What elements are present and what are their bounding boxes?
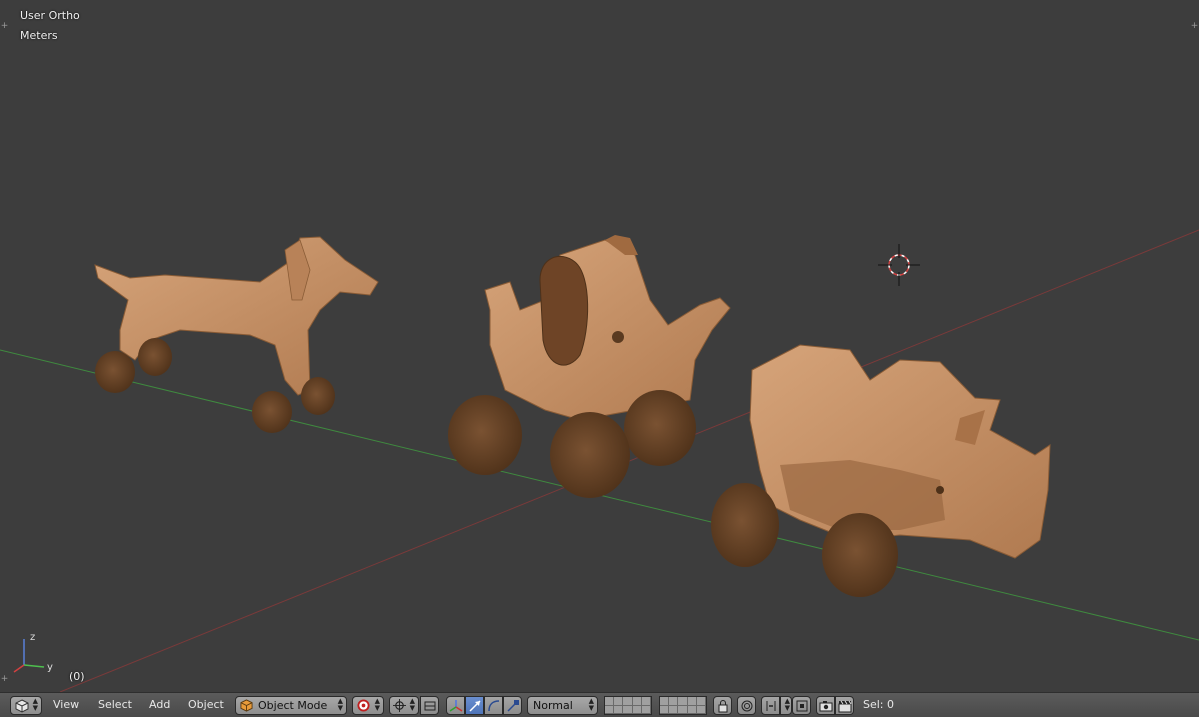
frame-number-label: (0) xyxy=(69,670,85,683)
layer-button[interactable] xyxy=(678,697,688,706)
menu-select[interactable]: Select xyxy=(98,698,132,711)
scale-icon xyxy=(507,700,519,712)
chevron-updown-icon: ▲ ▼ xyxy=(409,697,415,712)
manipulator-icon xyxy=(449,700,463,712)
mode-label: Object Mode xyxy=(258,699,328,712)
layer-button[interactable] xyxy=(623,697,633,706)
scale-manipulator-toggle[interactable] xyxy=(503,696,522,715)
viewport-corner-plus-icon[interactable]: + xyxy=(1190,22,1199,31)
viewport-scene: z y xyxy=(0,229,1199,692)
layer-button[interactable] xyxy=(687,705,697,714)
cube-editor-icon xyxy=(15,699,29,713)
elephant-toy-model[interactable] xyxy=(448,235,731,498)
axis-z-label: z xyxy=(30,632,35,643)
rhino-toy-model[interactable] xyxy=(711,344,1051,597)
chevron-updown-icon: ▲ ▼ xyxy=(784,697,790,712)
layer-button[interactable] xyxy=(614,697,624,706)
chevron-updown-icon: ▲ ▼ xyxy=(32,697,38,712)
axis-y-label: y xyxy=(47,662,53,673)
solid-shading-icon xyxy=(357,699,370,712)
origins-icon xyxy=(424,701,436,711)
viewport-corner-plus-icon[interactable]: + xyxy=(0,22,9,31)
proportional-edit-icon xyxy=(741,700,753,712)
layer-button[interactable] xyxy=(632,705,642,714)
rotate-manipulator-toggle[interactable] xyxy=(484,696,503,715)
layer-button[interactable] xyxy=(696,705,706,714)
snap-magnet-icon xyxy=(766,701,776,711)
layer-button[interactable] xyxy=(605,697,615,706)
snap-target-icon xyxy=(796,700,808,712)
layer-button[interactable] xyxy=(696,697,706,706)
layer-button[interactable] xyxy=(669,697,679,706)
snap-toggle[interactable] xyxy=(761,696,780,715)
layer-button[interactable] xyxy=(623,705,633,714)
3d-cursor-icon[interactable] xyxy=(878,244,920,286)
manipulator-toggle[interactable] xyxy=(446,696,465,715)
pivot-point-selector[interactable]: ▲ ▼ xyxy=(389,696,419,715)
layer-button[interactable] xyxy=(678,705,688,714)
axis-gizmo-icon xyxy=(13,639,45,673)
chevron-updown-icon: ▲ ▼ xyxy=(588,697,594,712)
pivot-point-icon xyxy=(393,699,406,712)
orientation-label: Normal xyxy=(533,699,573,712)
object-mode-cube-icon xyxy=(240,699,253,712)
editor-type-button[interactable]: ▲ ▼ xyxy=(10,696,42,715)
viewport-header: ▲ ▼ View Select Add Object Object Mode ▲ ▼… xyxy=(0,692,1199,717)
units-label: Meters xyxy=(20,29,58,42)
translate-manipulator-toggle[interactable] xyxy=(465,696,484,715)
3d-viewport[interactable]: z y User Ortho Meters (0) + + + xyxy=(0,0,1199,692)
chevron-updown-icon: ▲ ▼ xyxy=(337,697,343,712)
layer-button[interactable] xyxy=(632,697,642,706)
menu-add[interactable]: Add xyxy=(149,698,170,711)
layer-button[interactable] xyxy=(687,697,697,706)
snap-target-toggle[interactable] xyxy=(792,696,811,715)
view-name-label: User Ortho xyxy=(20,9,80,22)
chevron-updown-icon: ▲ ▼ xyxy=(374,697,380,712)
viewport-corner-plus-icon[interactable]: + xyxy=(0,675,9,684)
layer-button[interactable] xyxy=(641,705,651,714)
layer-button[interactable] xyxy=(614,705,624,714)
render-camera-icon xyxy=(819,701,833,712)
proportional-edit-toggle[interactable] xyxy=(737,696,756,715)
translate-arrow-icon xyxy=(469,700,481,712)
layer-lock-icon xyxy=(718,700,728,713)
shading-selector[interactable]: ▲ ▼ xyxy=(352,696,384,715)
scene-layers-grid-1[interactable] xyxy=(604,696,652,715)
layer-button[interactable] xyxy=(669,705,679,714)
menu-view[interactable]: View xyxy=(53,698,79,711)
opengl-render-button[interactable] xyxy=(816,696,835,715)
layer-button[interactable] xyxy=(641,697,651,706)
layer-button[interactable] xyxy=(660,705,670,714)
scene-layers-grid-2[interactable] xyxy=(659,696,707,715)
selection-count: Sel: 0 xyxy=(863,698,895,711)
snap-element-selector[interactable]: ▲ ▼ xyxy=(780,696,792,715)
transform-orientation-selector[interactable]: Normal ▲ ▼ xyxy=(527,696,598,715)
render-animation-icon xyxy=(838,700,852,713)
rotate-arc-icon xyxy=(488,700,500,712)
menu-object[interactable]: Object xyxy=(188,698,224,711)
pivot-only-origins-toggle[interactable] xyxy=(420,696,439,715)
mode-selector[interactable]: Object Mode ▲ ▼ xyxy=(235,696,347,715)
layer-lock-toggle[interactable] xyxy=(713,696,732,715)
dachshund-toy-model[interactable] xyxy=(94,236,379,433)
layer-button[interactable] xyxy=(660,697,670,706)
opengl-render-animation-button[interactable] xyxy=(835,696,854,715)
layer-button[interactable] xyxy=(605,705,615,714)
